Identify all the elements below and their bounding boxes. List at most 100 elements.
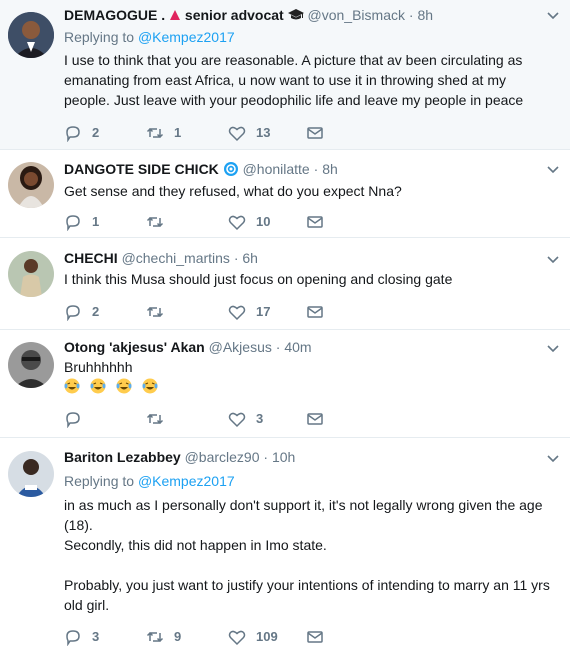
reply-count: 1	[92, 214, 100, 229]
reply-icon	[66, 412, 80, 428]
avatar-image	[8, 342, 54, 388]
retweet-icon	[146, 127, 164, 139]
dm-button[interactable]	[306, 302, 334, 322]
emoji-row	[64, 376, 554, 396]
timestamp[interactable]: 6h	[242, 250, 258, 266]
tweet-text-line: Probably, you just want to justify your …	[64, 577, 550, 613]
timestamp[interactable]: 8h	[417, 7, 433, 23]
mention-link[interactable]: @Kempez2017	[138, 473, 235, 489]
chevron-down-icon[interactable]	[546, 451, 560, 465]
like-button[interactable]: 109	[228, 627, 278, 647]
separator-dot: ·	[263, 449, 269, 465]
tweet-text: Bruhhhhhh	[64, 359, 133, 375]
dm-icon	[307, 216, 323, 228]
dm-button[interactable]	[306, 627, 334, 647]
chevron-down-icon[interactable]	[546, 162, 560, 176]
replying-to-prefix: Replying to	[64, 473, 135, 489]
reply-button[interactable]: 1	[64, 212, 99, 232]
like-icon	[228, 215, 246, 231]
separator-dot: ·	[313, 161, 319, 177]
tweet-actions: 2 17	[64, 302, 364, 322]
retweet-icon	[146, 631, 164, 643]
retweet-button[interactable]	[146, 409, 174, 429]
dm-icon	[307, 306, 323, 318]
retweet-button[interactable]	[146, 212, 174, 232]
tweet-text-line: Secondly, this did not happen in Imo sta…	[64, 537, 327, 553]
avatar-image	[8, 251, 54, 297]
avatar[interactable]	[8, 12, 54, 58]
avatar[interactable]	[8, 342, 54, 388]
retweet-count: 9	[174, 629, 182, 644]
timestamp[interactable]: 10h	[272, 449, 295, 465]
tweet-text: I use to think that you are reasonable. …	[64, 52, 524, 108]
tweet-text-line: in as much as I personally don't support…	[64, 497, 543, 533]
reply-button[interactable]: 3	[64, 627, 99, 647]
chevron-down-icon[interactable]	[546, 341, 560, 355]
tweet-header: CHECHI @chechi_martins · 6h	[64, 248, 540, 268]
retweet-icon	[146, 413, 164, 425]
graduation-cap-icon	[287, 9, 304, 20]
tweet[interactable]: Bariton Lezabbey @barclez90 · 10h Replyi…	[0, 438, 570, 652]
avatar-image	[8, 12, 54, 58]
tweet-actions: 3	[64, 409, 364, 429]
tweet-actions: 2 1 13	[64, 123, 364, 143]
red-triangle-icon	[170, 10, 181, 20]
retweet-button[interactable]: 9	[146, 627, 181, 647]
reply-thread: DEMAGOGUE . senior advocat @von_Bismack …	[0, 0, 570, 652]
like-icon	[228, 305, 246, 321]
retweet-icon	[146, 216, 164, 228]
replying-to-prefix: Replying to	[64, 29, 135, 45]
timestamp[interactable]: 40m	[284, 339, 311, 355]
dm-button[interactable]	[306, 123, 334, 143]
tweet[interactable]: CHECHI @chechi_martins · 6h I think this…	[0, 238, 570, 330]
avatar[interactable]	[8, 451, 54, 497]
display-name[interactable]: CHECHI	[64, 250, 118, 266]
avatar[interactable]	[8, 251, 54, 297]
dm-icon	[307, 127, 323, 139]
like-icon	[228, 126, 246, 142]
reply-button[interactable]: 2	[64, 123, 99, 143]
retweet-button[interactable]: 1	[146, 123, 181, 143]
dm-button[interactable]	[306, 409, 334, 429]
mention-link[interactable]: @Kempez2017	[138, 29, 235, 45]
separator-dot: ·	[408, 7, 414, 23]
separator-dot: ·	[275, 339, 281, 355]
tweet[interactable]: Otong 'akjesus' Akan @Akjesus · 40m Bruh…	[0, 330, 570, 438]
display-name[interactable]: DANGOTE SIDE CHICK	[64, 161, 219, 177]
like-button[interactable]: 10	[228, 212, 270, 232]
timestamp[interactable]: 8h	[322, 161, 338, 177]
chevron-down-icon[interactable]	[546, 8, 560, 22]
like-count: 10	[256, 214, 271, 229]
like-button[interactable]: 13	[228, 123, 270, 143]
tweet[interactable]: DANGOTE SIDE CHICK @honilatte · 8h Get s…	[0, 150, 570, 238]
chevron-down-icon[interactable]	[546, 252, 560, 266]
like-button[interactable]: 3	[228, 409, 263, 429]
dm-button[interactable]	[306, 212, 334, 232]
laughing-tears-emoji-icon	[64, 378, 80, 394]
reply-icon	[66, 305, 80, 321]
handle[interactable]: @Akjesus	[209, 339, 272, 355]
handle[interactable]: @chechi_martins	[122, 250, 230, 266]
display-name[interactable]: Bariton Lezabbey	[64, 449, 181, 465]
tweet-actions: 3 9 109	[64, 627, 364, 647]
tweet-header: Bariton Lezabbey @barclez90 · 10h	[64, 447, 540, 467]
handle[interactable]: @barclez90	[185, 449, 260, 465]
display-name[interactable]: Otong 'akjesus' Akan	[64, 339, 205, 355]
tweet-text: in as much as I personally don't support…	[64, 495, 554, 615]
replying-to: Replying to @Kempez2017	[64, 471, 235, 491]
laughing-tears-emoji-icon	[116, 378, 132, 394]
reply-button[interactable]: 2	[64, 302, 99, 322]
reply-button[interactable]	[64, 409, 92, 429]
handle[interactable]: @von_Bismack	[308, 7, 405, 23]
display-name[interactable]: DEMAGOGUE .	[64, 7, 165, 23]
like-count: 13	[256, 125, 271, 140]
avatar[interactable]	[8, 162, 54, 208]
tweet[interactable]: DEMAGOGUE . senior advocat @von_Bismack …	[0, 0, 570, 150]
like-button[interactable]: 17	[228, 302, 270, 322]
retweet-button[interactable]	[146, 302, 174, 322]
display-name-suffix[interactable]: senior advocat	[185, 7, 284, 23]
reply-count: 2	[92, 125, 100, 140]
handle[interactable]: @honilatte	[243, 161, 310, 177]
tweet-header: DEMAGOGUE . senior advocat @von_Bismack …	[64, 5, 540, 25]
tweet-header: Otong 'akjesus' Akan @Akjesus · 40m	[64, 337, 540, 357]
